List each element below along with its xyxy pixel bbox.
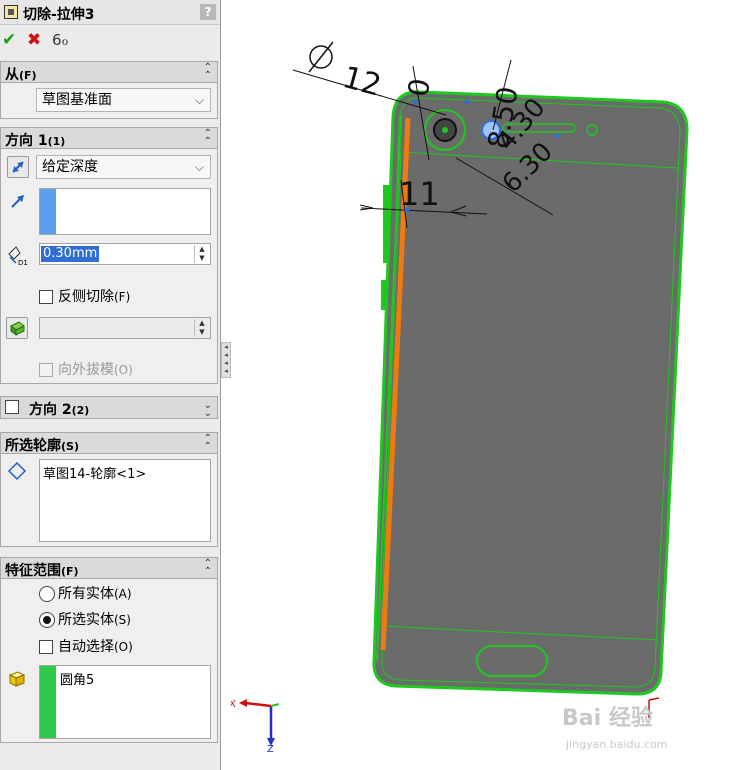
contours-listbox[interactable]: 草图14-轮廓<1> (39, 459, 211, 542)
draft-outward-label: 向外拔模(O) (58, 362, 133, 378)
section-direction2-title: 方向 2(2) (29, 402, 90, 418)
from-start-combo[interactable]: 草图基准面 ⌵ (36, 88, 211, 112)
section-scope-body: 所有实体(A) 所选实体(S) 自动选择(O) 圆角5 (0, 579, 218, 743)
section-contours-title: 所选轮廓(S) (5, 438, 79, 454)
graphics-viewport[interactable]: 12 0 8.50 4.30 6.30 11 X Z (231, 0, 735, 770)
ok-button[interactable]: ✔ (2, 30, 16, 50)
volume-button[interactable] (383, 185, 389, 263)
property-manager-panel: 切除-拉伸3 ? ✔ ✖ 6ℴ 从(F) ⌃ ⌃ 草图基准面 ⌵ 方向 1(1) … (0, 0, 221, 770)
sketch-point (554, 133, 560, 139)
all-bodies-label: 所有实体(A) (58, 586, 132, 602)
selected-bodies-label: 所选实体(S) (58, 612, 131, 628)
chevron-down-icon: ⌵ (194, 160, 204, 174)
depth-spinner[interactable]: ▲ ▼ (194, 245, 209, 263)
all-bodies-dot[interactable] (39, 586, 55, 602)
section-direction1-header[interactable]: 方向 1(1) ⌃ ⌃ (0, 127, 218, 149)
watermark-url: jingyan.baidu.com (566, 738, 668, 751)
chevron-down-icon: ⌵ (194, 93, 204, 107)
draft-outward-checkbox[interactable]: 向外拔模(O) (39, 361, 209, 379)
dim-diameter: 12 (339, 60, 385, 104)
depth-dimension-icon: D1 (8, 246, 28, 266)
section-contours-body: 草图14-轮廓<1> (0, 454, 218, 547)
direction-vector-icon (11, 195, 24, 208)
all-bodies-radio[interactable]: 所有实体(A) (39, 585, 209, 603)
panel-titlebar: 切除-拉伸3 ? (0, 0, 220, 25)
camera-center (442, 127, 448, 133)
section-direction1-title: 方向 1(1) (5, 133, 66, 149)
section-direction1-body: 给定深度 ⌵ D1 0.30mm ▲ ▼ 反侧切除(F) ▲ ▼ 向外拔模(O) (0, 149, 218, 384)
expand-down-icon[interactable]: ⌄ ⌄ (204, 401, 212, 419)
list-item[interactable]: 圆角5 (60, 669, 94, 688)
power-button[interactable] (381, 280, 387, 310)
svg-text:D1: D1 (18, 259, 28, 266)
axis-z-label: Z (267, 744, 274, 755)
panel-title: 切除-拉伸3 (23, 7, 95, 23)
reverse-direction-icon (12, 161, 24, 173)
depth-input[interactable]: 0.30mm ▲ ▼ (39, 243, 211, 265)
section-contours-header[interactable]: 所选轮廓(S) ⌃ ⌃ (0, 432, 218, 454)
help-button[interactable]: ? (200, 4, 216, 20)
auto-select-box[interactable] (39, 640, 53, 654)
axis-x-label: X (231, 699, 236, 710)
draft-icon (10, 321, 25, 337)
flip-side-label: 反侧切除(F) (58, 289, 131, 305)
collapse-up-icon[interactable]: ⌃ ⌃ (204, 559, 212, 577)
flip-side-checkbox[interactable]: 反侧切除(F) (39, 288, 209, 306)
cut-extrude-icon (4, 5, 18, 19)
auto-select-label: 自动选择(O) (58, 639, 133, 655)
draft-angle-spinner[interactable]: ▲ ▼ (194, 319, 209, 337)
panel-splitter-handle[interactable]: ◂ ◂ ◂ ◂ (221, 342, 231, 378)
collapse-up-icon[interactable]: ⌃ ⌃ (204, 63, 212, 81)
flip-side-box[interactable] (39, 290, 53, 304)
collapse-up-icon[interactable]: ⌃ ⌃ (204, 434, 212, 452)
end-condition-value: 给定深度 (42, 159, 98, 175)
list-item[interactable]: 草图14-轮廓<1> (43, 463, 146, 482)
depth-value: 0.30mm (41, 246, 100, 262)
section-from-body: 草图基准面 ⌵ (0, 83, 218, 119)
draft-toggle-button[interactable] (6, 317, 28, 339)
end-condition-combo[interactable]: 给定深度 ⌵ (36, 155, 211, 179)
selection-stripe (40, 189, 56, 234)
from-start-value: 草图基准面 (42, 92, 112, 108)
direction2-checkbox[interactable] (5, 400, 19, 414)
solid-bodies-icon (8, 671, 26, 687)
sketch-point (404, 207, 410, 213)
bodies-listbox[interactable]: 圆角5 (39, 665, 211, 739)
section-scope-header[interactable]: 特征范围(F) ⌃ ⌃ (0, 557, 218, 579)
watermark-logo: Bai 经验 (562, 706, 653, 731)
auto-select-checkbox[interactable]: 自动选择(O) (39, 638, 209, 656)
section-from-header[interactable]: 从(F) ⌃ ⌃ (0, 61, 218, 83)
axis-triad: X Z (231, 699, 280, 755)
section-scope-title: 特征范围(F) (5, 563, 79, 579)
sketch-point (464, 99, 470, 105)
model-canvas[interactable]: 12 0 8.50 4.30 6.30 11 X Z (231, 0, 735, 770)
cancel-button[interactable]: ✖ (27, 30, 41, 50)
draft-angle-input[interactable]: ▲ ▼ (39, 317, 211, 339)
section-direction2-header[interactable]: 方向 2(2) ⌄ ⌄ (0, 396, 218, 419)
selected-bodies-dot[interactable] (39, 612, 55, 628)
section-from-title: 从(F) (5, 67, 37, 83)
draft-outward-box[interactable] (39, 363, 53, 377)
collapse-up-icon[interactable]: ⌃ ⌃ (204, 129, 212, 147)
selected-bodies-radio[interactable]: 所选实体(S) (39, 611, 209, 629)
direction-vector-listbox[interactable] (39, 188, 211, 235)
sketch-point (412, 99, 418, 105)
sketch-contour-icon (7, 461, 27, 481)
reverse-direction-button[interactable] (7, 156, 29, 178)
dim-edge: 11 (399, 175, 440, 213)
selection-stripe (40, 666, 56, 738)
preview-button[interactable]: 6ℴ (52, 30, 68, 50)
